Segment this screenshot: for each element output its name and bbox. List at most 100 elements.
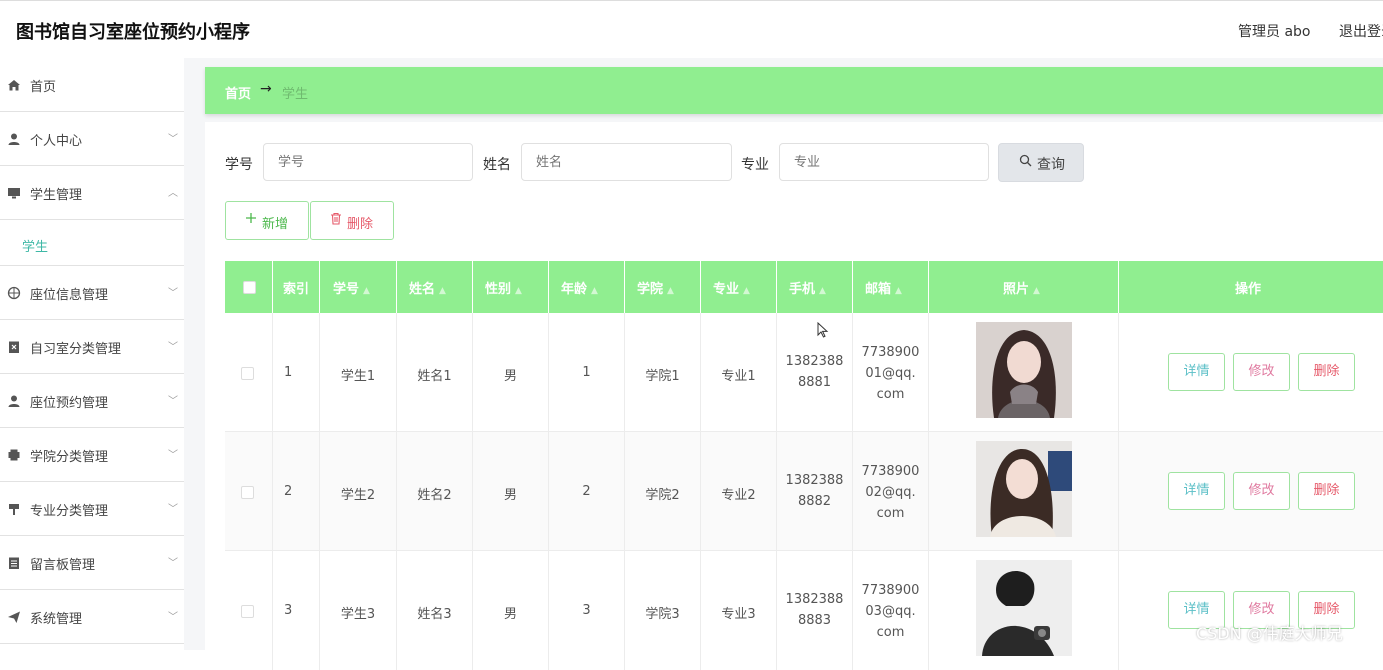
- detail-button[interactable]: 详情: [1168, 472, 1225, 510]
- cell-photo: [929, 313, 1119, 432]
- sidebar-item-label: 学生管理: [30, 188, 83, 203]
- select-all-checkbox[interactable]: [243, 281, 256, 294]
- student-no-label: 学号: [225, 157, 253, 173]
- column-header-photo[interactable]: 照片 ▲: [929, 261, 1119, 313]
- sort-icon: ▲: [743, 286, 750, 296]
- sort-icon: ▲: [439, 286, 446, 296]
- query-button[interactable]: 查询: [998, 143, 1084, 182]
- cell-gender: 男: [473, 432, 549, 551]
- cell-actions: 详情 修改 删除: [1119, 313, 1383, 432]
- cell-student-no: 学生1: [320, 313, 397, 432]
- sort-icon: ▲: [363, 286, 370, 296]
- chevron-down-icon: ﹀: [168, 450, 178, 461]
- cell-phone: 1382388 8883: [777, 551, 853, 670]
- sidebar-item-label: 座位信息管理: [30, 288, 109, 303]
- column-header-actions: 操作: [1235, 282, 1262, 297]
- sidebar-item-students[interactable]: 学生管理 ︿: [0, 166, 184, 220]
- cell-photo: [929, 551, 1119, 670]
- sidebar-item-label: 留言板管理: [30, 558, 96, 573]
- student-photo[interactable]: [976, 441, 1072, 537]
- column-header-college[interactable]: 学院 ▲: [625, 261, 701, 313]
- name-input[interactable]: [521, 143, 732, 181]
- breadcrumb-home[interactable]: 首页: [225, 83, 251, 102]
- column-header-student-no[interactable]: 学号 ▲: [320, 261, 397, 313]
- cell-email: 7738900 02@qq. com: [853, 432, 929, 551]
- cell-email: 7738900 03@qq. com: [853, 551, 929, 670]
- table-row: 2 学生2 姓名2 男 2 学院2 专业2 1382388 8882 773890…: [225, 432, 1383, 551]
- delete-button[interactable]: 删除: [1298, 472, 1355, 510]
- student-photo[interactable]: [976, 322, 1072, 418]
- search-icon: [1019, 154, 1032, 171]
- cell-gender: 男: [473, 551, 549, 670]
- trash-icon: [330, 212, 342, 229]
- sidebar-item-room-category[interactable]: 自习室分类管理 ﹀: [0, 320, 184, 374]
- table-row: 1 学生1 姓名1 男 1 学院1 专业1 1382388 8881 773890…: [225, 313, 1383, 432]
- edit-button[interactable]: 修改: [1233, 353, 1290, 391]
- logout-link[interactable]: 退出登录: [1339, 21, 1383, 41]
- arrow-right-icon: →: [260, 81, 272, 97]
- sort-icon: ▲: [895, 286, 902, 296]
- column-header-email[interactable]: 邮箱 ▲: [853, 261, 929, 313]
- column-header-gender[interactable]: 性别 ▲: [473, 261, 549, 313]
- sidebar-item-reservation[interactable]: 座位预约管理 ﹀: [0, 374, 184, 428]
- top-bar: 图书馆自习室座位预约小程序 管理员 abo 退出登录: [0, 0, 1383, 58]
- sidebar-item-label: 首页: [30, 80, 57, 95]
- major-input[interactable]: [779, 143, 989, 181]
- edit-button[interactable]: 修改: [1233, 472, 1290, 510]
- cell-major: 专业3: [701, 551, 777, 670]
- batch-delete-label: 删除: [347, 217, 374, 232]
- breadcrumb-current: 学生: [282, 87, 309, 102]
- add-button[interactable]: 新增: [225, 201, 309, 240]
- sidebar-item-seat-info[interactable]: 座位信息管理 ﹀: [0, 266, 184, 320]
- sidebar-item-label: 自习室分类管理: [30, 342, 122, 357]
- sidebar-item-college-category[interactable]: 学院分类管理 ﹀: [0, 428, 184, 482]
- sidebar-item-home[interactable]: 首页: [0, 58, 184, 112]
- student-no-input[interactable]: [263, 143, 473, 181]
- column-header-age[interactable]: 年龄 ▲: [549, 261, 625, 313]
- table-header: 索引 学号 ▲ 姓名 ▲ 性别 ▲ 年龄 ▲ 学院 ▲ 专业 ▲ 手机 ▲ 邮箱 ▲ 照片 ▲ 操…: [225, 261, 1383, 313]
- sidebar-item-major-category[interactable]: 专业分类管理 ﹀: [0, 482, 184, 536]
- cell-age: 3: [549, 551, 625, 670]
- sort-icon: ▲: [1033, 286, 1040, 296]
- row-checkbox[interactable]: [241, 486, 254, 499]
- plus-icon: [245, 212, 257, 228]
- chevron-down-icon: ﹀: [168, 342, 178, 353]
- sidebar: 首页 个人中心 ﹀ 学生管理 ︿ 学生 座位信息管理 ﹀ 自习室分类管理 ﹀ 座…: [0, 58, 184, 650]
- column-header-phone[interactable]: 手机 ▲: [777, 261, 853, 313]
- chevron-down-icon: ﹀: [168, 288, 178, 299]
- sidebar-item-system[interactable]: 系统管理 ﹀: [0, 590, 184, 644]
- cell-college: 学院3: [625, 551, 701, 670]
- cell-college: 学院2: [625, 432, 701, 551]
- add-button-label: 新增: [262, 217, 289, 232]
- table-row: 3 学生3 姓名3 男 3 学院3 专业3 1382388 8883 773890…: [225, 551, 1383, 670]
- major-label: 专业: [741, 157, 769, 173]
- row-checkbox[interactable]: [241, 367, 254, 380]
- cell-phone: 1382388 8881: [777, 313, 853, 432]
- sidebar-item-message-board[interactable]: 留言板管理 ﹀: [0, 536, 184, 590]
- pin-icon: [7, 502, 21, 516]
- detail-button[interactable]: 详情: [1168, 353, 1225, 391]
- list-icon: [7, 556, 21, 570]
- row-checkbox[interactable]: [241, 605, 254, 618]
- chevron-down-icon: ﹀: [168, 396, 178, 407]
- app-title: 图书馆自习室座位预约小程序: [16, 22, 250, 43]
- column-header-major[interactable]: 专业 ▲: [701, 261, 777, 313]
- delete-button[interactable]: 删除: [1298, 353, 1355, 391]
- cell-student-no: 学生2: [320, 432, 397, 551]
- cell-major: 专业2: [701, 432, 777, 551]
- batch-delete-button[interactable]: 删除: [310, 201, 394, 240]
- breadcrumb: 首页 → 学生: [205, 67, 1383, 114]
- student-photo[interactable]: [976, 560, 1072, 656]
- monitor-icon: [7, 186, 21, 200]
- sidebar-subitem-label: 学生: [22, 240, 49, 255]
- column-header-name[interactable]: 姓名 ▲: [397, 261, 473, 313]
- cell-index: 1: [273, 313, 320, 432]
- cell-name: 姓名3: [397, 551, 473, 670]
- sidebar-item-personal[interactable]: 个人中心 ﹀: [0, 112, 184, 166]
- sidebar-subitem-student[interactable]: 学生: [0, 220, 184, 266]
- column-header-index[interactable]: 索引: [273, 261, 320, 313]
- admin-label: 管理员 abo: [1238, 24, 1311, 40]
- sidebar-item-label: 学院分类管理: [30, 450, 109, 465]
- cell-actions: 详情 修改 删除: [1119, 432, 1383, 551]
- mouse-cursor-icon: [817, 322, 829, 338]
